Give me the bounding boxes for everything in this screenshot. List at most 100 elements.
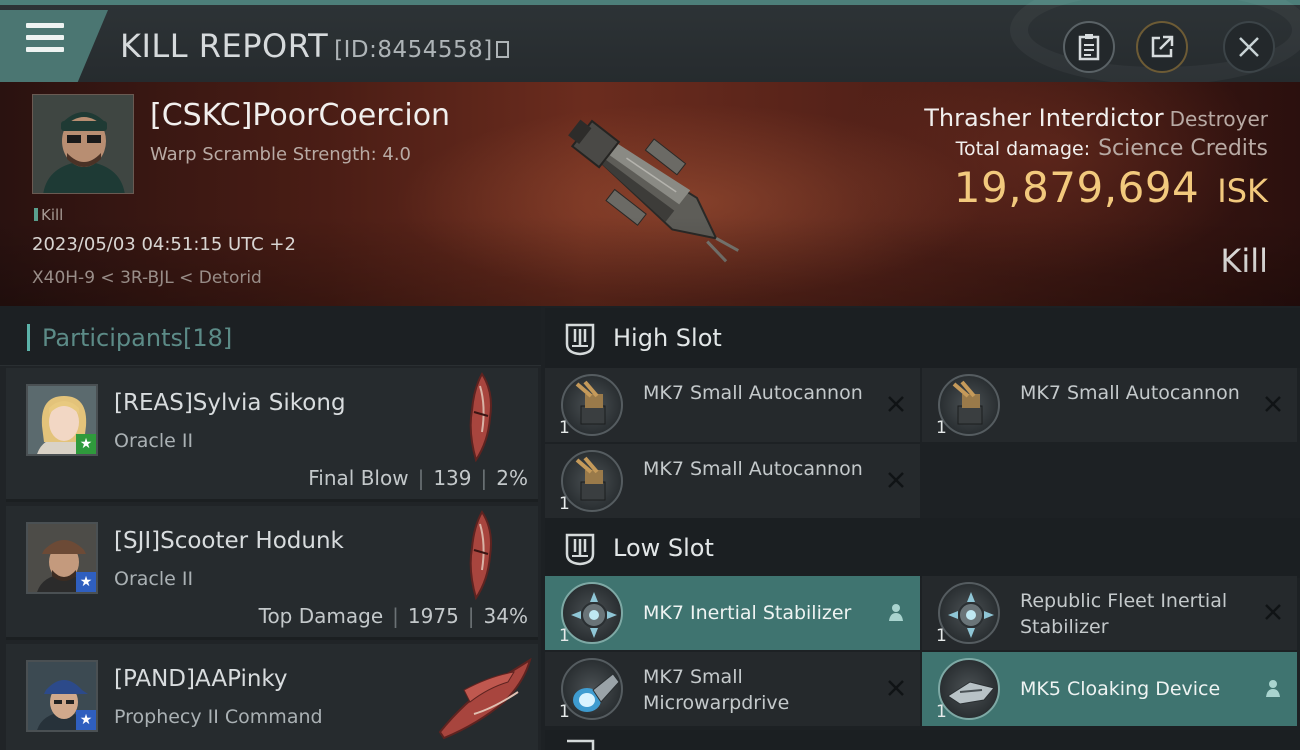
close-button[interactable] bbox=[1223, 21, 1275, 73]
isk-unit: ISK bbox=[1217, 172, 1268, 210]
share-icon bbox=[1151, 35, 1174, 58]
ship-class: Destroyer bbox=[1169, 107, 1268, 131]
avatar[interactable]: ★ bbox=[26, 660, 98, 732]
participants-count: [18] bbox=[182, 324, 233, 352]
location-route[interactable]: X40H-9 < 3R-BJL < Detorid bbox=[32, 268, 262, 288]
module-quantity: 1 bbox=[936, 418, 947, 438]
module-name: MK7 Small Microwarpdrive bbox=[643, 666, 790, 714]
module-quantity: 1 bbox=[559, 626, 570, 646]
avatar[interactable]: ★ bbox=[26, 522, 98, 594]
victim-ship-info: Thrasher Interdictor Destroyer Total dama… bbox=[924, 104, 1268, 212]
kill-id: [ID:8454558] bbox=[334, 37, 493, 63]
victim-banner: [CSKC]PoorCoercion Warp Scramble Strengt… bbox=[0, 82, 1300, 306]
high-slot-title: High Slot bbox=[613, 324, 722, 352]
module-name: MK7 Small Autocannon bbox=[643, 382, 863, 404]
high-slot-icon bbox=[565, 323, 595, 356]
module-quantity: 1 bbox=[559, 494, 570, 514]
participant-role: Top Damage bbox=[258, 604, 384, 628]
module-quantity: 1 bbox=[936, 626, 947, 646]
participants-header: Participants[18] bbox=[0, 306, 541, 366]
person-icon bbox=[884, 600, 908, 624]
participant-row[interactable]: ★ [REAS]Sylvia Sikong Oracle II Final Bl… bbox=[6, 368, 538, 502]
participant-stats: Final Blow | 139 | 2% bbox=[308, 466, 528, 490]
module-item[interactable]: 1 MK7 Small Autocannon bbox=[545, 368, 920, 442]
inertial-stabilizer-icon bbox=[561, 582, 623, 644]
participant-percent: 34% bbox=[483, 604, 528, 628]
copy-icon[interactable] bbox=[495, 41, 509, 58]
close-icon bbox=[1239, 37, 1259, 57]
ship-name[interactable]: Thrasher Interdictor bbox=[924, 104, 1163, 132]
isk-value: 19,879,694 bbox=[953, 163, 1200, 212]
clipboard-button[interactable] bbox=[1063, 21, 1115, 73]
star-icon: ★ bbox=[76, 434, 96, 454]
participant-ship: Oracle II bbox=[114, 568, 194, 590]
kill-tag: Kill bbox=[34, 206, 63, 224]
low-slot-icon bbox=[565, 533, 595, 566]
victim-name[interactable]: [CSKC]PoorCoercion bbox=[150, 98, 450, 133]
clipboard-icon bbox=[1078, 34, 1100, 61]
victim-ship-image[interactable] bbox=[540, 88, 760, 298]
autocannon-icon bbox=[561, 450, 623, 512]
person-icon bbox=[1261, 676, 1285, 700]
low-slot-title: Low Slot bbox=[613, 534, 714, 562]
participant-row[interactable]: ★ [PAND]AAPinky Prophecy II Command bbox=[6, 644, 538, 750]
participant-role: Final Blow bbox=[308, 466, 409, 490]
module-item[interactable]: 1 MK7 Small Autocannon bbox=[545, 444, 920, 518]
participant-ship: Prophecy II Command bbox=[114, 706, 323, 728]
module-name: MK7 Inertial Stabilizer bbox=[643, 602, 852, 624]
participant-name[interactable]: [SJI]Scooter Hodunk bbox=[114, 528, 344, 554]
fitting-panel: High Slot 1 MK7 Small Autocannon 1 MK7 S… bbox=[541, 306, 1300, 750]
page-title: KILL REPORT [ID:8454558] bbox=[120, 27, 509, 65]
next-slot-header bbox=[545, 730, 1300, 750]
timestamp: 2023/05/03 04:51:15 UTC +2 bbox=[32, 234, 296, 255]
module-name: MK5 Cloaking Device bbox=[1020, 678, 1221, 700]
victim-portrait[interactable] bbox=[32, 94, 134, 194]
participant-ship-icon[interactable] bbox=[460, 510, 500, 600]
module-quantity: 1 bbox=[559, 418, 570, 438]
victim-subtitle: Warp Scramble Strength: 4.0 bbox=[150, 144, 412, 165]
participants-panel: Participants[18] ★ [REAS]Sylvia Sikong O… bbox=[0, 306, 541, 750]
result-label: Kill bbox=[1220, 242, 1268, 280]
participant-stats: Top Damage | 1975 | 34% bbox=[258, 604, 528, 628]
damage-label: Total damage: bbox=[955, 138, 1091, 160]
module-item[interactable]: 1 Republic Fleet Inertial Stabilizer bbox=[922, 576, 1297, 650]
module-quantity: 1 bbox=[936, 702, 947, 722]
module-name: MK7 Small Autocannon bbox=[643, 458, 863, 480]
x-icon bbox=[1261, 600, 1285, 624]
module-item[interactable]: 1 MK7 Inertial Stabilizer bbox=[545, 576, 920, 650]
module-item[interactable]: 1 MK7 Small Autocannon bbox=[922, 368, 1297, 442]
participant-damage: 1975 bbox=[407, 604, 459, 628]
star-icon: ★ bbox=[76, 710, 96, 730]
participant-ship-icon[interactable] bbox=[434, 652, 534, 742]
participant-percent: 2% bbox=[496, 466, 528, 490]
module-item[interactable]: 1 MK7 Small Microwarpdrive bbox=[545, 652, 920, 726]
participant-name[interactable]: [PAND]AAPinky bbox=[114, 666, 288, 692]
autocannon-icon bbox=[561, 374, 623, 436]
inertial-stabilizer-icon bbox=[938, 582, 1000, 644]
avatar[interactable]: ★ bbox=[26, 384, 98, 456]
module-name: MK7 Small Autocannon bbox=[1020, 382, 1240, 404]
module-name: Republic Fleet Inertial Stabilizer bbox=[1020, 590, 1228, 638]
share-button[interactable] bbox=[1136, 21, 1188, 73]
x-icon bbox=[884, 676, 908, 700]
autocannon-icon bbox=[938, 374, 1000, 436]
low-slot-header: Low Slot bbox=[545, 518, 1300, 578]
hamburger-icon[interactable] bbox=[26, 23, 64, 57]
module-quantity: 1 bbox=[559, 702, 570, 722]
participant-row[interactable]: ★ [SJI]Scooter Hodunk Oracle II Top Dama… bbox=[6, 506, 538, 640]
high-slot-header: High Slot bbox=[545, 308, 1300, 368]
cloaking-device-icon bbox=[938, 658, 1000, 720]
participant-damage: 139 bbox=[433, 466, 472, 490]
microwarpdrive-icon bbox=[561, 658, 623, 720]
x-icon bbox=[884, 392, 908, 416]
title-text: KILL REPORT bbox=[120, 27, 329, 65]
participant-ship: Oracle II bbox=[114, 430, 194, 452]
title-bar: KILL REPORT [ID:8454558] bbox=[0, 0, 1300, 85]
damage-value: Science Credits bbox=[1098, 136, 1268, 161]
x-icon bbox=[1261, 392, 1285, 416]
module-item[interactable]: 1 MK5 Cloaking Device bbox=[922, 652, 1297, 726]
participant-ship-icon[interactable] bbox=[460, 372, 500, 462]
x-icon bbox=[884, 468, 908, 492]
participant-name[interactable]: [REAS]Sylvia Sikong bbox=[114, 390, 346, 416]
slot-icon bbox=[567, 739, 595, 750]
